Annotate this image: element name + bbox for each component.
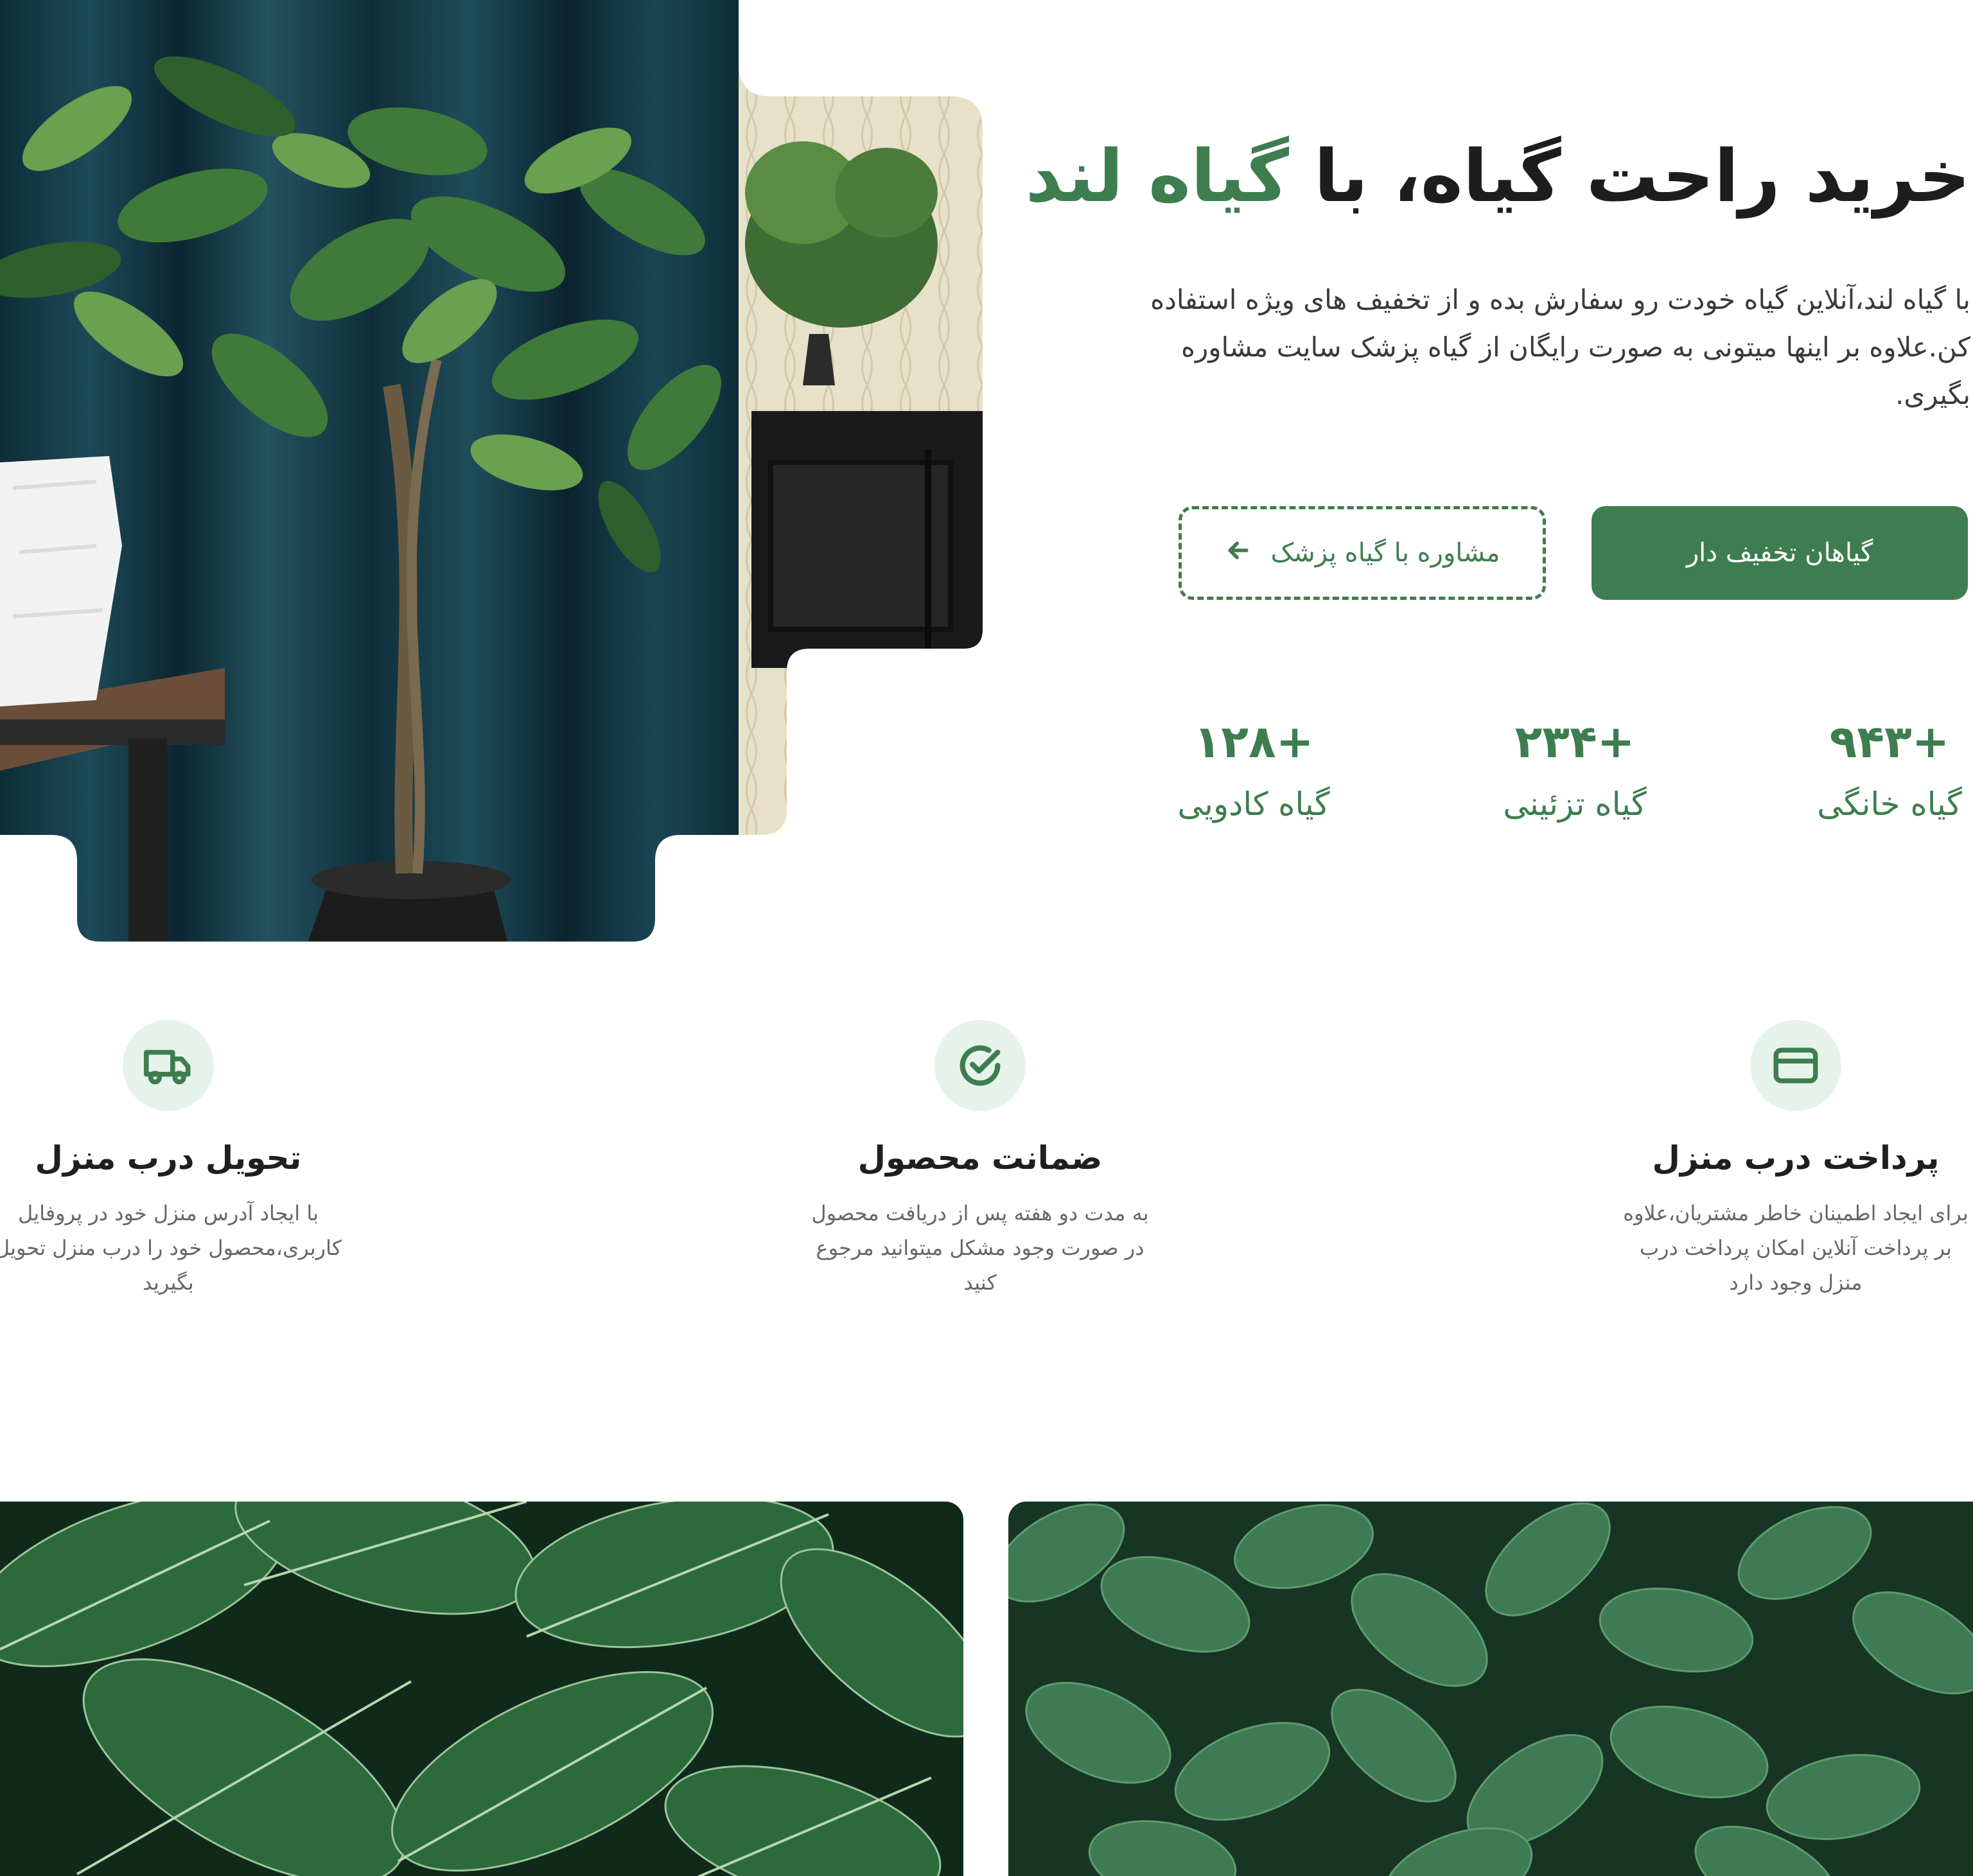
feature-title: ضمانت محصول [857, 1139, 1103, 1177]
brand-name: گیاه لند [1025, 135, 1290, 218]
stat-label: گیاه کادویی [1177, 785, 1330, 823]
feature-pay-at-door: پرداخت درب منزل برای ایجاد اطمینان خاطر … [1603, 1020, 1973, 1300]
truck-icon [123, 1020, 214, 1111]
stat-gift-plants: +۱۲۸ گیاه کادویی [1157, 713, 1350, 830]
stat-label: گیاه خانگی [1817, 785, 1962, 823]
stat-label: گیاه تزئینی [1503, 785, 1647, 823]
discounted-plants-button-label: گیاهان تخفیف دار [1686, 538, 1873, 568]
feature-description: برای ایجاد اطمینان خاطر مشتریان،علاوه بر… [1623, 1201, 1969, 1295]
feature-title: پرداخت درب منزل [1652, 1139, 1940, 1177]
credit-card-icon [1750, 1020, 1841, 1111]
feature-product-warranty: ضمانت محصول به مدت دو هفته پس از دریافت … [787, 1020, 1173, 1300]
discounted-plants-button[interactable]: گیاهان تخفیف دار [1592, 506, 1968, 600]
hero-description: با گیاه لند،آنلاین گیاه خودت رو سفارش بد… [1150, 284, 1970, 410]
plant-doctor-consult-button[interactable]: مشاوره با گیاه پزشک [1179, 506, 1546, 600]
stat-house-plants: +۹۴۳ گیاه خانگی [1793, 713, 1973, 830]
stat-ornamental-plants: +۲۳۴ گیاه تزئینی [1478, 713, 1671, 830]
stat-value: +۲۳۴ [1514, 715, 1635, 768]
green-leaves-photo[interactable] [1008, 1502, 1973, 1876]
tropical-leaves-photo[interactable] [0, 1502, 963, 1876]
check-circle-icon [934, 1020, 1026, 1111]
stat-value: +۱۲۸ [1193, 715, 1314, 768]
arrow-left-icon [1224, 536, 1252, 570]
feature-home-delivery: تحویل درب منزل با ایجاد آدرس منزل خود در… [0, 1020, 361, 1300]
stat-value: +۹۴۳ [1829, 715, 1950, 768]
feature-description: به مدت دو هفته پس از دریافت محصول در صور… [811, 1201, 1149, 1295]
hero-plant-photo [0, 0, 983, 942]
feature-description: با ایجاد آدرس منزل خود در پروفایل کاربری… [0, 1201, 342, 1295]
hero-title: خرید راحت گیاه، با گیاه لند [1026, 128, 1970, 225]
plant-doctor-consult-button-label: مشاوره با گیاه پزشک [1270, 538, 1500, 568]
feature-title: تحویل درب منزل [35, 1139, 302, 1177]
hero-title-text: خرید راحت گیاه، با [1289, 135, 1970, 218]
